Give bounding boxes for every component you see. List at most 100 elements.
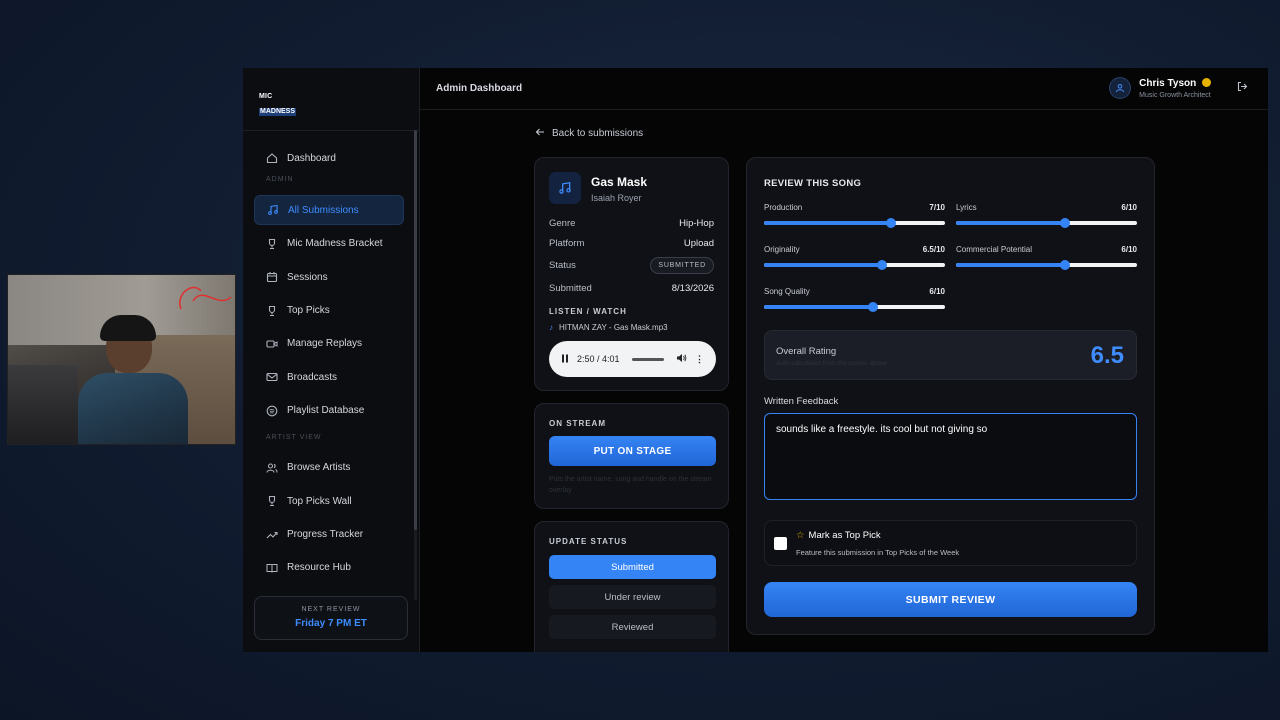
song-artist: Isaiah Royer [591, 193, 642, 203]
trend-icon [266, 529, 278, 541]
top-pick-option[interactable]: ☆ Mark as Top Pick Feature this submissio… [764, 520, 1137, 566]
avatar[interactable] [1109, 77, 1132, 99]
sidebar-item-label: Playlist Database [287, 405, 365, 417]
on-stream-label: ON STREAM [549, 419, 606, 428]
submit-review-button[interactable]: SUBMIT REVIEW [764, 582, 1137, 617]
sidebar-item-broadcasts[interactable]: Broadcasts [254, 362, 404, 392]
score-slider-production[interactable]: Production 7/10 [764, 203, 945, 228]
status-option-submitted[interactable]: Submitted [549, 555, 716, 579]
next-review-title: NEXT REVIEW [301, 606, 361, 613]
overall-rating-hint: Auto-calculated from the scores above [776, 360, 887, 367]
put-on-stage-button[interactable]: PUT ON STAGE [549, 436, 716, 466]
sidebar-item-label: Resource Hub [287, 562, 351, 574]
back-link-label: Back to submissions [552, 128, 644, 139]
next-review-value: Friday 7 PM ET [295, 618, 367, 629]
slider-handle[interactable] [1059, 218, 1070, 228]
sidebar-scrollbar-thumb[interactable] [414, 130, 417, 530]
webcam-desk [8, 365, 78, 444]
spotify-icon [266, 405, 278, 417]
sidebar-item-label: Progress Tracker [287, 529, 364, 541]
overall-rating-value: 6.5 [1090, 342, 1124, 369]
sidebar-item-label: Top Picks [287, 305, 330, 317]
platform-value: Upload [683, 237, 714, 249]
review-title: REVIEW THIS SONG [764, 178, 862, 189]
on-stream-hint: Puts the artist name, song and handle on… [549, 476, 712, 494]
trophy-icon [266, 305, 278, 317]
on-stream-card: ON STREAM PUT ON STAGE Puts the artist n… [534, 403, 729, 509]
sidebar-item-label: Mic Madness Bracket [287, 238, 383, 250]
pause-icon[interactable] [561, 354, 569, 365]
signature-graphic [179, 286, 232, 310]
song-title: Gas Mask [591, 175, 648, 189]
app-logo[interactable]: MIC MADNESS [259, 93, 297, 116]
sidebar-item-label: Browse Artists [287, 462, 351, 474]
score-slider-originality[interactable]: Originality 6.5/10 [764, 245, 945, 270]
score-slider-commercial-potential[interactable]: Commercial Potential 6/10 [956, 245, 1137, 270]
submitted-value: 8/13/2026 [671, 283, 714, 294]
mail-icon [266, 371, 278, 383]
slider-handle[interactable] [1059, 260, 1070, 270]
platform-row: Platform Upload [549, 237, 714, 249]
sidebar-item-sessions[interactable]: Sessions [254, 262, 404, 292]
audio-player[interactable]: 2:50 / 4:01 ⋮ [549, 341, 716, 377]
sidebar-item-all-submissions[interactable]: All Submissions [254, 195, 404, 226]
sidebar-item-browse-artists[interactable]: Browse Artists [254, 453, 404, 483]
calendar-icon [266, 271, 278, 283]
slider-track[interactable] [956, 260, 1137, 270]
sidebar-item-dashboard[interactable]: Dashboard [254, 143, 404, 173]
webcam-person [78, 315, 188, 444]
sidebar-item-manage-replays[interactable]: Manage Replays [254, 329, 404, 359]
overall-rating-panel: Overall Rating Auto-calculated from the … [764, 330, 1137, 380]
top-pick-checkbox[interactable] [774, 537, 787, 550]
trophy-icon [266, 238, 278, 250]
next-review-card: NEXT REVIEW Friday 7 PM ET [254, 596, 408, 640]
score-slider-song-quality[interactable]: Song Quality 6/10 [764, 287, 945, 312]
written-feedback-textarea[interactable]: sounds like a freestyle. its cool but no… [764, 413, 1137, 500]
player-time: 2:50 / 4:01 [577, 354, 620, 364]
main-content: Admin Dashboard Chris Tyson Music Growth… [420, 68, 1268, 652]
nav-section-artist-view: ARTIST VIEW [266, 433, 322, 441]
star-icon: ☆ [796, 530, 805, 541]
sidebar-item-bracket[interactable]: Mic Madness Bracket [254, 229, 404, 259]
more-options-icon[interactable]: ⋮ [695, 354, 704, 365]
user-menu[interactable]: Chris Tyson Music Growth Architect [1109, 77, 1248, 99]
sidebar: MIC MADNESS Dashboard ADMIN All Submissi… [243, 68, 420, 652]
status-badge: SUBMITTED [650, 256, 714, 274]
user-role: Music Growth Architect [1139, 91, 1211, 99]
genre-value: Hip-Hop [679, 218, 714, 230]
logout-icon[interactable] [1237, 81, 1248, 95]
slider-track[interactable] [764, 260, 945, 270]
sidebar-item-top-picks-wall[interactable]: Top Picks Wall [254, 486, 404, 516]
app-window: MIC MADNESS Dashboard ADMIN All Submissi… [243, 68, 1268, 652]
page-title: Admin Dashboard [436, 83, 523, 94]
slider-track[interactable] [956, 218, 1137, 228]
slider-handle[interactable] [885, 218, 896, 228]
video-icon [266, 338, 278, 350]
sidebar-item-label: All Submissions [288, 204, 359, 216]
book-icon [266, 562, 278, 574]
slider-track[interactable] [764, 302, 945, 312]
player-progress-bar[interactable] [631, 357, 664, 361]
overall-rating-label: Overall Rating [776, 346, 837, 357]
sidebar-divider [243, 130, 420, 131]
music-note-icon [267, 204, 279, 216]
slider-handle[interactable] [876, 260, 887, 270]
sidebar-item-top-picks[interactable]: Top Picks [254, 296, 404, 326]
webcam-overlay [7, 274, 236, 445]
sidebar-item-resource-hub[interactable]: Resource Hub [254, 553, 404, 583]
audio-file: ♪ HITMAN ZAY - Gas Mask.mp3 [535, 323, 728, 332]
home-icon [266, 152, 278, 164]
arrow-left-icon [535, 127, 545, 140]
status-option-under-review[interactable]: Under review [549, 585, 716, 609]
user-name: Chris Tyson [1139, 77, 1197, 89]
sidebar-item-progress-tracker[interactable]: Progress Tracker [254, 520, 404, 550]
slider-handle[interactable] [867, 302, 878, 312]
genre-row: Genre Hip-Hop [549, 218, 714, 230]
slider-track[interactable] [764, 218, 945, 228]
back-link[interactable]: Back to submissions [535, 127, 643, 140]
status-option-reviewed[interactable]: Reviewed [549, 615, 716, 639]
volume-icon[interactable] [676, 353, 687, 365]
score-slider-lyrics[interactable]: Lyrics 6/10 [956, 203, 1137, 228]
submitted-row: Submitted 8/13/2026 [549, 283, 714, 294]
sidebar-item-playlist-database[interactable]: Playlist Database [254, 396, 404, 426]
